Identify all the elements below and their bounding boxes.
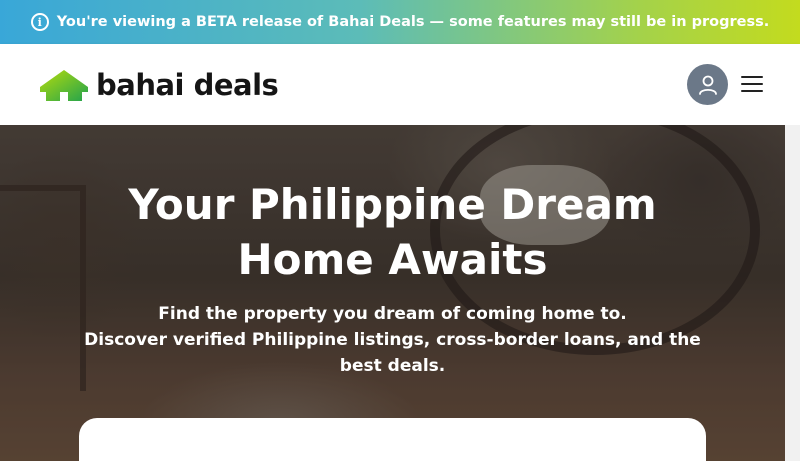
hamburger-icon[interactable] (741, 74, 763, 94)
hero-title: Your Philippine Dream Home Awaits (0, 177, 785, 287)
menu-line (741, 76, 763, 78)
info-icon: i (30, 13, 49, 31)
logo-text: bahai deals (96, 67, 279, 102)
user-icon (698, 75, 717, 95)
search-card (79, 418, 706, 461)
beta-banner: i You're viewing a BETA release of Bahai… (0, 0, 800, 44)
user-avatar-button[interactable] (687, 64, 728, 105)
menu-line (741, 83, 763, 85)
beta-banner-text: You're viewing a BETA release of Bahai D… (56, 14, 770, 30)
hero-subtitle: Find the property you dream of coming ho… (80, 301, 705, 379)
hero-section: Your Philippine Dream Home Awaits Find t… (0, 125, 785, 461)
hero-title-line1: Your Philippine Dream (128, 180, 657, 229)
page-scrollbar[interactable] (785, 125, 800, 461)
menu-line (741, 90, 763, 92)
house-icon (40, 70, 88, 101)
hero-subtitle-line1: Find the property you dream of coming ho… (158, 304, 627, 324)
logo-link[interactable]: bahai deals (38, 67, 279, 102)
hero-subtitle-line2: Discover verified Philippine listings, c… (84, 330, 701, 376)
hero-title-line2: Home Awaits (237, 235, 548, 284)
site-header: bahai deals (0, 44, 800, 125)
